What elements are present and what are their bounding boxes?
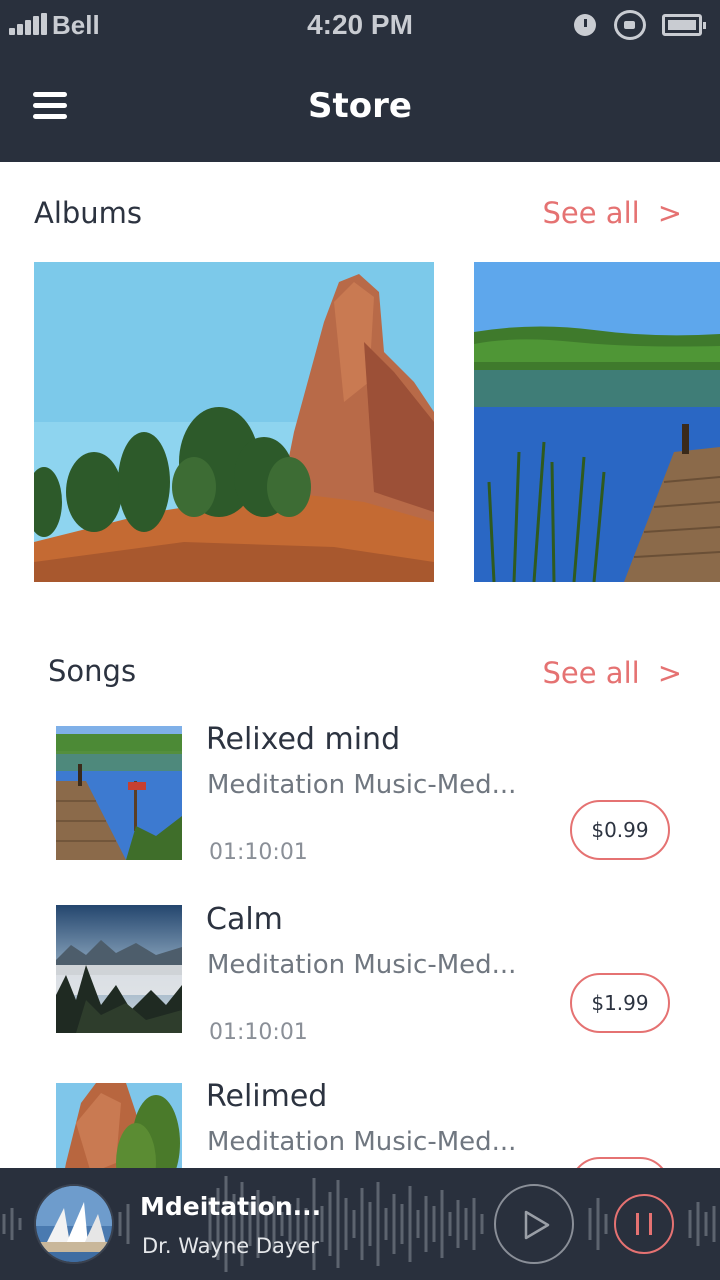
song-artist: Meditation Music-Med...	[207, 1127, 517, 1157]
lake-pier-image	[474, 262, 720, 582]
see-all-label: See all	[542, 656, 640, 690]
now-playing-artist: Dr. Wayne Dayer	[142, 1234, 319, 1258]
song-title: Relixed mind	[206, 722, 401, 757]
album-card[interactable]	[474, 262, 720, 582]
song-thumbnail	[56, 726, 182, 860]
now-playing-title: Mdeitation...	[140, 1192, 322, 1221]
buy-price-button[interactable]: $0.99	[570, 800, 670, 860]
red-rock-spire-image	[34, 262, 434, 582]
top-bar: Bell 4:20 PM Store	[0, 0, 720, 162]
status-time: 4:20 PM	[307, 9, 413, 40]
page-title: Store	[308, 86, 412, 126]
song-list-item[interactable]: Relixed mind Meditation Music-Med... 01:…	[0, 722, 720, 886]
song-artist: Meditation Music-Med...	[207, 950, 517, 980]
chevron-right-icon: >	[657, 196, 682, 230]
pause-icon	[636, 1213, 639, 1235]
song-title: Calm	[206, 902, 283, 937]
buy-price-button[interactable]: $1.99	[570, 973, 670, 1033]
play-button[interactable]	[494, 1184, 574, 1264]
song-thumbnail	[56, 905, 182, 1033]
songs-see-all-link[interactable]: See all >	[542, 656, 682, 690]
song-artist: Meditation Music-Med...	[207, 770, 517, 800]
pause-button[interactable]	[614, 1194, 674, 1254]
albums-see-all-link[interactable]: See all >	[542, 196, 682, 230]
chevron-right-icon: >	[657, 656, 682, 690]
battery-icon	[662, 14, 706, 36]
now-playing-bar[interactable]: Mdeitation... Dr. Wayne Dayer	[0, 1168, 720, 1280]
song-list-item[interactable]: Calm Meditation Music-Med... 01:10:01 $1…	[0, 902, 720, 1066]
status-bar: Bell 4:20 PM	[0, 0, 720, 52]
album-card[interactable]	[34, 262, 434, 582]
song-duration: 01:10:01	[209, 1020, 308, 1045]
albums-section-title: Albums	[34, 196, 143, 230]
see-all-label: See all	[542, 196, 640, 230]
songs-section-title: Songs	[48, 654, 137, 688]
rotation-lock-icon	[614, 10, 646, 40]
play-icon	[524, 1210, 550, 1240]
alarm-clock-icon	[574, 14, 596, 36]
pause-icon	[649, 1213, 652, 1235]
song-duration: 01:10:01	[209, 840, 308, 865]
song-title: Relimed	[206, 1079, 328, 1114]
now-playing-artwork	[34, 1184, 114, 1264]
